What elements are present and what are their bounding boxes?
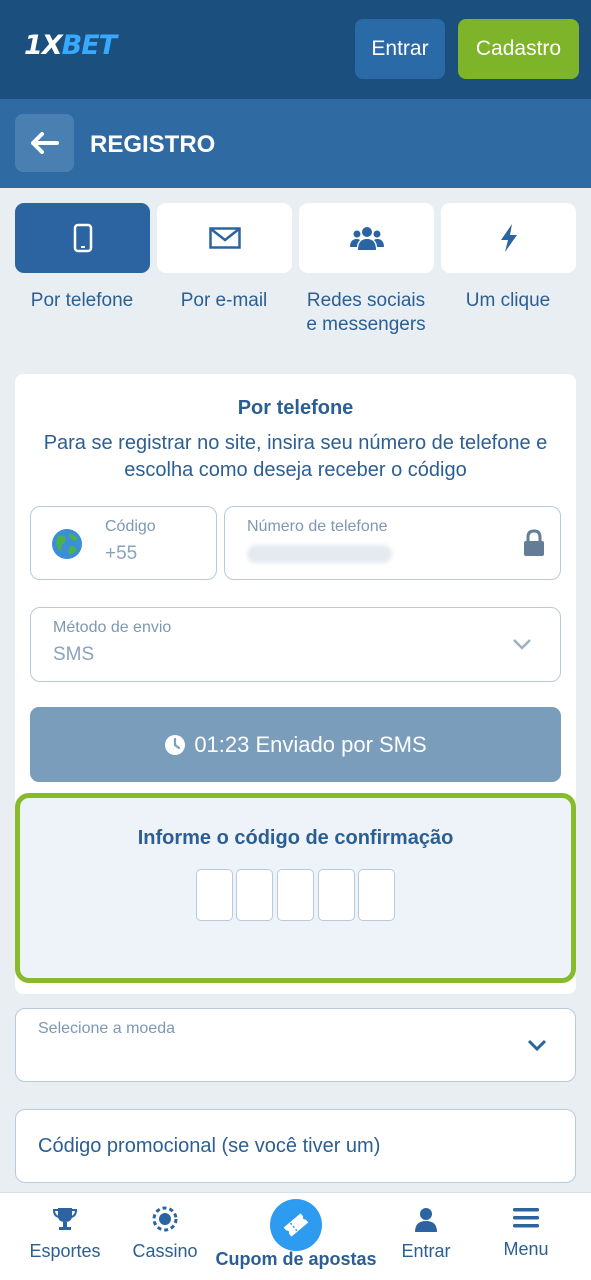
sms-sent-status: 01:23 Enviado por SMS bbox=[194, 731, 427, 757]
currency-select[interactable]: Selecione a moeda bbox=[15, 1008, 576, 1082]
tab-one-click-label: Um clique bbox=[465, 290, 551, 311]
user-icon bbox=[415, 1208, 437, 1232]
sms-sent-button[interactable]: 01:23 Enviado por SMS bbox=[30, 707, 561, 782]
tab-email-label: Por e-mail bbox=[180, 290, 268, 311]
chevron-down-icon bbox=[527, 1039, 547, 1051]
phone-icon bbox=[73, 223, 92, 253]
nav-coupon-label: Cupom de apostas bbox=[215, 1249, 377, 1269]
nav-esportes-label: Esportes bbox=[29, 1241, 101, 1261]
back-button[interactable] bbox=[15, 114, 74, 172]
brand-logo[interactable]: 1XBET bbox=[24, 30, 117, 61]
nav-menu-label: Menu bbox=[503, 1239, 549, 1259]
form-description: Para se registrar no site, insira seu nú… bbox=[43, 432, 548, 481]
method-value: SMS bbox=[53, 644, 95, 665]
tab-social-label-line2: e messengers bbox=[306, 314, 426, 335]
lightning-icon bbox=[500, 224, 517, 252]
tab-social-label: Redes sociais e messengers bbox=[291, 289, 441, 337]
logo-prefix: 1X bbox=[24, 30, 63, 61]
ticket-icon bbox=[283, 1213, 309, 1237]
code-digit-input-1[interactable] bbox=[196, 869, 233, 921]
logo-suffix: BET bbox=[61, 30, 117, 61]
confirmation-title: Informe o código de confirmação bbox=[137, 827, 454, 849]
nav-menu[interactable]: Menu bbox=[471, 1206, 581, 1260]
form-title: Por telefone bbox=[237, 397, 354, 419]
nav-esportes[interactable]: Esportes bbox=[10, 1206, 120, 1262]
tab-phone-label: Por telefone bbox=[30, 290, 134, 311]
promo-code-input[interactable]: Código promocional (se você tiver um) bbox=[15, 1109, 576, 1183]
send-method-select[interactable]: Método de envio SMS bbox=[30, 607, 561, 682]
code-digit-input-2[interactable] bbox=[236, 869, 273, 921]
currency-label: Selecione a moeda bbox=[38, 1020, 175, 1037]
country-code-select[interactable]: Código +55 bbox=[30, 506, 217, 580]
tab-one-click[interactable] bbox=[441, 203, 576, 273]
phone-label: Número de telefone bbox=[247, 518, 388, 535]
nav-entrar-label: Entrar bbox=[401, 1241, 451, 1261]
login-button[interactable]: Entrar bbox=[355, 19, 445, 79]
menu-icon bbox=[513, 1208, 539, 1228]
page-title: REGISTRO bbox=[90, 131, 216, 158]
signup-button[interactable]: Cadastro bbox=[458, 19, 579, 79]
tab-email[interactable] bbox=[157, 203, 292, 273]
nav-entrar[interactable]: Entrar bbox=[371, 1206, 481, 1262]
top-header: 1XBET Entrar Cadastro bbox=[0, 0, 591, 99]
clock-icon bbox=[165, 734, 186, 755]
code-digit-input-4[interactable] bbox=[318, 869, 355, 921]
chevron-down-icon bbox=[513, 639, 531, 650]
code-digit-input-3[interactable] bbox=[277, 869, 314, 921]
nav-coupon-button[interactable] bbox=[270, 1199, 322, 1251]
code-label: Código bbox=[105, 518, 156, 535]
code-digit-input-5[interactable] bbox=[358, 869, 395, 921]
globe-icon bbox=[52, 529, 82, 559]
tab-phone[interactable] bbox=[15, 203, 150, 273]
method-label: Método de envio bbox=[53, 619, 172, 636]
casino-chip-icon bbox=[152, 1206, 178, 1232]
phone-number-field[interactable]: Número de telefone bbox=[224, 506, 561, 580]
promo-code-placeholder: Código promocional (se você tiver um) bbox=[38, 1135, 381, 1157]
registration-bar: REGISTRO bbox=[0, 99, 591, 188]
arrow-left-icon bbox=[30, 132, 59, 154]
tab-social[interactable] bbox=[299, 203, 434, 273]
code-value: +55 bbox=[105, 543, 138, 564]
tab-social-label-line1: Redes sociais bbox=[306, 290, 426, 311]
envelope-icon bbox=[208, 227, 241, 249]
users-icon bbox=[349, 227, 384, 250]
trophy-icon bbox=[52, 1208, 78, 1230]
phone-value-blurred bbox=[247, 545, 392, 563]
lock-icon bbox=[524, 529, 544, 556]
